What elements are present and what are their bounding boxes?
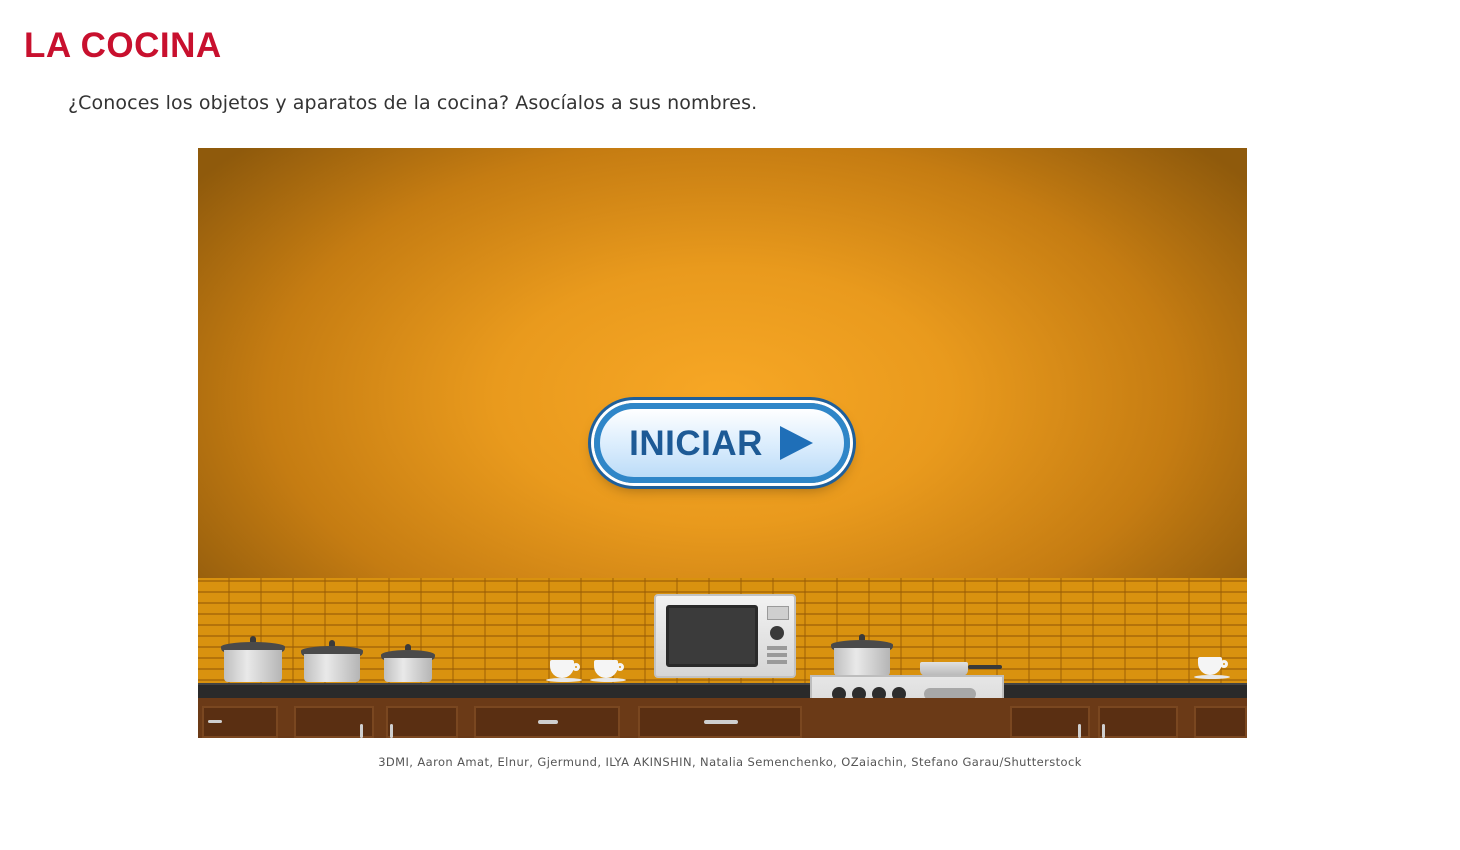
activity-stage[interactable]: INICIAR xyxy=(198,148,1247,738)
frying-pan-illustration xyxy=(920,662,1002,676)
play-triangle-icon xyxy=(779,426,813,460)
pot-illustration xyxy=(830,634,894,676)
image-credits: 3DMI, Aaron Amat, Elnur, Gjermund, ILYA … xyxy=(378,755,1082,769)
microwave-illustration xyxy=(654,594,796,678)
page-title: LA COCINA xyxy=(24,26,222,65)
start-button-label: INICIAR xyxy=(629,424,763,463)
pot-illustration xyxy=(300,640,364,682)
start-button[interactable]: INICIAR xyxy=(594,403,850,483)
cup-illustration xyxy=(1194,657,1234,681)
activity-instructions: ¿Conoces los objetos y aparatos de la co… xyxy=(68,92,758,114)
pot-illustration xyxy=(381,644,435,682)
pot-illustration xyxy=(220,636,286,682)
kitchen-cabinets xyxy=(198,698,1247,738)
cup-illustration xyxy=(590,660,630,684)
cup-illustration xyxy=(546,660,586,684)
